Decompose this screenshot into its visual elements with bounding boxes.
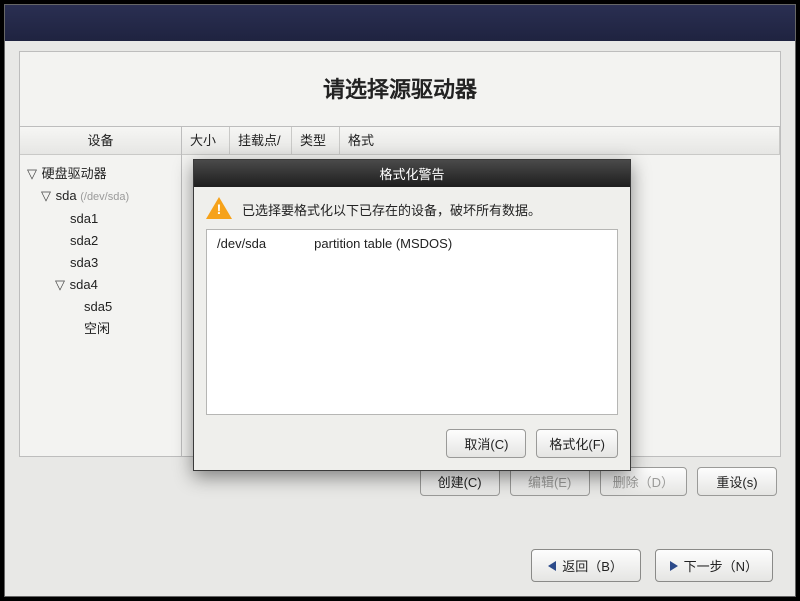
col-header-size: 大小	[182, 127, 230, 154]
device-path: /dev/sda	[217, 236, 266, 251]
installer-window: 请选择源驱动器 设备 ▽ 硬盘驱动器 ▽ sda (/dev/sda) sda1…	[4, 4, 796, 597]
tree-sda1[interactable]: sda1	[26, 208, 177, 230]
chevron-down-icon[interactable]: ▽	[26, 163, 38, 185]
right-headers: 大小 挂载点/ 类型 格式	[182, 127, 780, 155]
device-row: /dev/sda partition table (MSDOS)	[217, 236, 607, 251]
delete-button: 删除（D）	[600, 467, 687, 496]
tree-sda3[interactable]: sda3	[26, 252, 177, 274]
tree-sda[interactable]: ▽ sda (/dev/sda)	[26, 185, 177, 208]
cancel-button[interactable]: 取消(C)	[446, 429, 526, 458]
tree-sda4[interactable]: ▽ sda4	[26, 274, 177, 296]
dialog-title: 格式化警告	[194, 160, 630, 187]
device-tree[interactable]: ▽ 硬盘驱动器 ▽ sda (/dev/sda) sda1 sda2 sda3 …	[20, 155, 181, 348]
warning-icon	[206, 197, 232, 221]
reset-button[interactable]: 重设(s)	[697, 467, 777, 496]
edit-button: 编辑(E)	[510, 467, 590, 496]
create-button[interactable]: 创建(C)	[420, 467, 500, 496]
tree-root-label: 硬盘驱动器	[42, 166, 107, 181]
tree-free[interactable]: 空闲	[26, 318, 177, 340]
tree-sda-label: sda	[56, 188, 77, 203]
device-column: 设备 ▽ 硬盘驱动器 ▽ sda (/dev/sda) sda1 sda2 sd…	[20, 127, 182, 456]
dialog-actions: 取消(C) 格式化(F)	[206, 429, 618, 458]
back-button[interactable]: 返回（B）	[531, 549, 641, 582]
dialog-message: 已选择要格式化以下已存在的设备，破坏所有数据。	[242, 197, 541, 219]
format-button[interactable]: 格式化(F)	[536, 429, 618, 458]
next-label: 下一步（N）	[684, 556, 758, 575]
col-header-type: 类型	[292, 127, 340, 154]
col-header-mount: 挂载点/	[230, 127, 292, 154]
chevron-down-icon[interactable]: ▽	[40, 185, 52, 207]
arrow-right-icon	[670, 561, 678, 571]
col-header-format: 格式	[340, 127, 780, 154]
format-warning-dialog: 格式化警告 已选择要格式化以下已存在的设备，破坏所有数据。 /dev/sda p…	[193, 159, 631, 471]
device-desc: partition table (MSDOS)	[314, 236, 452, 251]
device-list: /dev/sda partition table (MSDOS)	[206, 229, 618, 415]
page-title: 请选择源驱动器	[20, 52, 780, 126]
back-label: 返回（B）	[562, 556, 623, 575]
next-button[interactable]: 下一步（N）	[655, 549, 773, 582]
chevron-down-icon[interactable]: ▽	[54, 274, 66, 296]
tree-sda5[interactable]: sda5	[26, 296, 177, 318]
tree-sda-hint: (/dev/sda)	[80, 191, 129, 203]
window-topbar	[5, 5, 795, 41]
dialog-body: 已选择要格式化以下已存在的设备，破坏所有数据。 /dev/sda partiti…	[194, 187, 630, 470]
tree-root[interactable]: ▽ 硬盘驱动器	[26, 163, 177, 185]
tree-sda2[interactable]: sda2	[26, 230, 177, 252]
arrow-left-icon	[548, 561, 556, 571]
col-header-device: 设备	[20, 127, 181, 155]
wizard-nav: 返回（B） 下一步（N）	[531, 549, 773, 582]
